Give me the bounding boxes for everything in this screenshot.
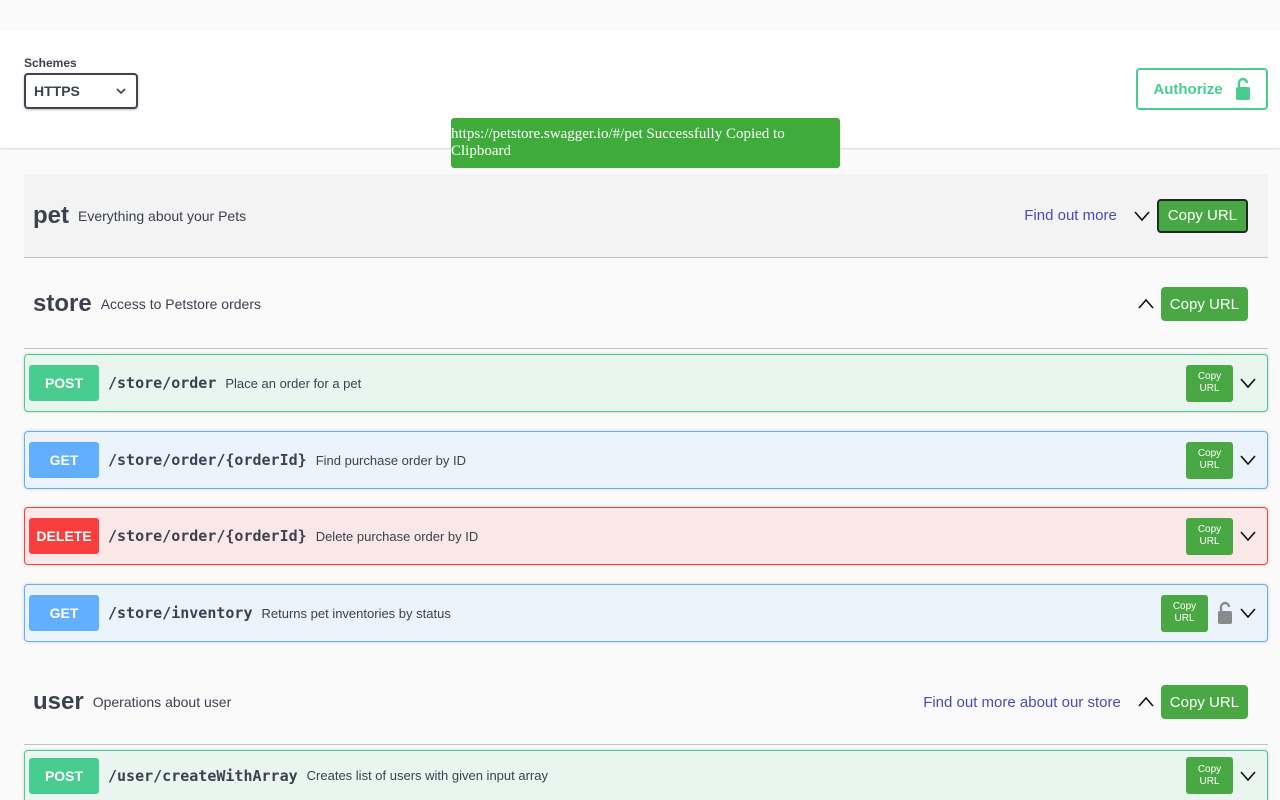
tag-description: Access to Petstore orders [100,296,261,312]
unlock-icon [1235,77,1250,100]
operation-get-store-inventory[interactable]: GET /store/inventory Returns pet invento… [24,584,1268,642]
method-badge: POST [29,757,99,794]
copy-label: Copy [1197,763,1222,775]
chevron-up-icon[interactable] [1137,693,1155,711]
operation-post-user-createwitharray[interactable]: POST /user/createWithArray Creates list … [24,750,1268,800]
chevron-down-icon[interactable] [1239,374,1257,392]
copy-url-button[interactable]: Copy URL [1186,441,1233,479]
schemes-label: Schemes [24,56,77,70]
tag-user[interactable]: user Operations about user Find out more… [24,660,1268,745]
copy-url-button[interactable]: Copy URL [1161,594,1208,632]
operation-get-store-order-id[interactable]: GET /store/order/{orderId} Find purchase… [24,431,1268,489]
chevron-down-icon[interactable] [1239,527,1257,545]
url-label: URL [1199,383,1220,394]
method-badge: GET [29,595,99,631]
chevron-down-icon[interactable] [1239,604,1257,622]
copy-url-button[interactable]: Copy URL [1160,685,1248,719]
operation-summary: Returns pet inventories by status [261,605,451,621]
copy-label: Copy [1197,448,1222,459]
tag-description: Operations about user [92,694,232,710]
tag-description: Everything about your Pets [78,207,247,224]
operation-summary: Delete purchase order by ID [315,528,479,544]
copy-label: Copy [1197,371,1222,382]
find-out-more-link[interactable]: Find out more about our store [923,694,1121,711]
method-badge: POST [29,365,99,401]
chevron-down-icon [116,88,126,95]
url-label: URL [1199,460,1220,471]
operation-summary: Creates list of users with given input a… [306,768,548,783]
copy-label: Copy [1172,601,1197,612]
copied-toast: https://petstore.swagger.io/#/pet Succes… [451,118,840,168]
operation-post-store-order[interactable]: POST /store/order Place an order for a p… [24,354,1268,412]
operation-path: /store/inventory [108,604,253,622]
chevron-down-icon[interactable] [1239,767,1257,785]
chevron-down-icon[interactable] [1133,207,1151,225]
operation-path: /user/createWithArray [108,766,298,785]
schemes-select[interactable]: HTTPS [24,73,138,109]
authorize-button[interactable]: Authorize [1136,68,1268,110]
operation-delete-store-order-id[interactable]: DELETE /store/order/{orderId} Delete pur… [24,507,1268,565]
copy-url-button[interactable]: Copy URL [1186,364,1233,402]
schemes-selected-value: HTTPS [34,83,80,99]
chevron-down-icon[interactable] [1239,451,1257,469]
tag-name: store [33,290,92,317]
tag-name: pet [33,201,69,229]
authorize-label: Authorize [1153,80,1223,98]
tag-store[interactable]: store Access to Petstore orders Copy URL [24,260,1268,349]
url-label: URL [1174,613,1195,624]
operation-path: /store/order/{orderId} [108,527,307,545]
lock-icon[interactable] [1217,601,1233,625]
tag-pet[interactable]: pet Everything about your Pets Find out … [24,174,1268,258]
copy-url-button[interactable]: Copy URL [1160,287,1248,321]
url-label: URL [1199,536,1220,547]
method-badge: DELETE [29,518,99,554]
copy-label: Copy [1197,524,1222,535]
operation-summary: Find purchase order by ID [315,452,466,468]
url-label: URL [1199,775,1220,787]
operation-summary: Place an order for a pet [225,375,362,391]
operation-path: /store/order [108,374,217,392]
tag-name: user [33,688,84,715]
top-strip [0,0,1280,30]
method-badge: GET [29,442,99,478]
chevron-up-icon[interactable] [1137,295,1155,313]
find-out-more-link[interactable]: Find out more [1024,207,1117,224]
copy-url-button[interactable]: Copy URL [1156,198,1248,233]
operation-path: /store/order/{orderId} [108,451,307,469]
copy-url-button[interactable]: Copy URL [1186,757,1233,794]
copy-url-button[interactable]: Copy URL [1186,517,1233,555]
